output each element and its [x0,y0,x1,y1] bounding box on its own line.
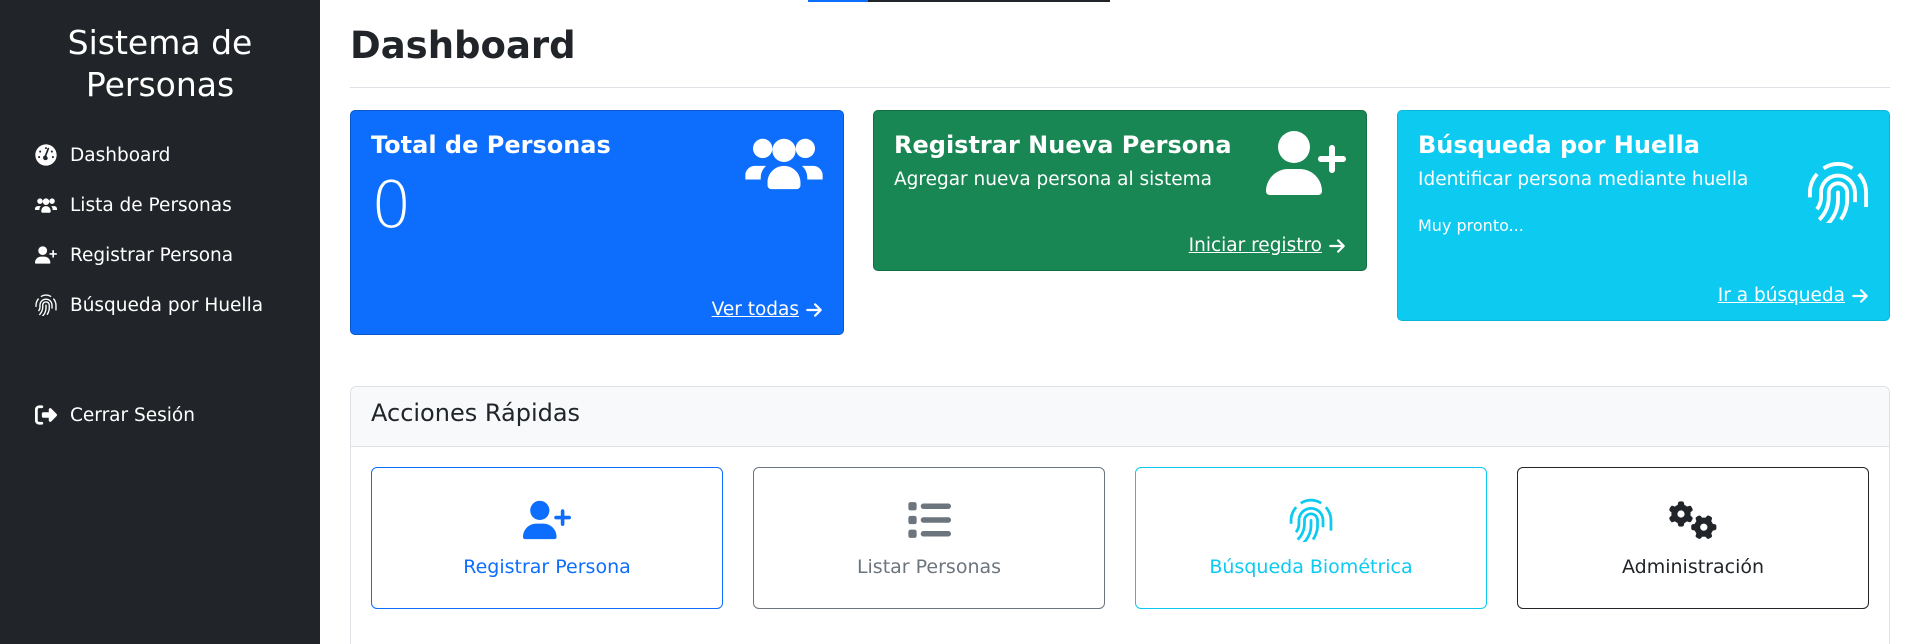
sidebar-item-lista-personas[interactable]: Lista de Personas [0,180,320,230]
user-plus-icon [523,498,571,542]
sidebar-item-registrar-persona[interactable]: Registrar Persona [0,230,320,280]
arrow-right-icon [1328,237,1346,255]
card-title: Búsqueda por Huella [1418,131,1700,159]
users-icon [34,193,58,217]
listar-personas-button[interactable]: Listar Personas [753,467,1105,609]
brand-line-2: Personas [85,65,235,104]
ir-busqueda-link[interactable]: Ir a búsqueda [1718,285,1869,306]
quick-actions-panel: Acciones Rápidas Registrar Persona Lista… [350,386,1890,644]
arrow-right-icon [1851,287,1869,305]
sidebar-item-label: Registrar Persona [70,244,234,266]
action-label: Búsqueda Biométrica [1209,556,1413,578]
dashboard-icon [34,143,58,167]
fingerprint-icon [1287,498,1335,542]
sign-out-icon [34,403,58,427]
card-busqueda-huella: Búsqueda por Huella Identificar persona … [1397,110,1890,321]
sidebar-item-dashboard[interactable]: Dashboard [0,130,320,180]
busqueda-biometrica-button[interactable]: Búsqueda Biométrica [1135,467,1487,609]
card-total-personas: Total de Personas 0 Ver todas [350,110,844,335]
user-plus-icon [1266,131,1346,199]
sidebar-item-label: Cerrar Sesión [70,404,195,426]
main-content: Dashboard Total de Personas 0 Ver todas … [350,0,1890,644]
page-title: Dashboard [350,0,1890,88]
users-icon [745,131,823,197]
brand-title[interactable]: Sistema de Personas [0,0,320,106]
sidebar-nav: Dashboard Lista de Personas Registrar Pe… [0,130,320,440]
card-subtitle: Identificar persona mediante huella [1418,169,1749,190]
sidebar-item-busqueda-huella[interactable]: Búsqueda por Huella [0,280,320,330]
sidebar: Sistema de Personas Dashboard Lista de P… [0,0,320,644]
fingerprint-icon [34,293,58,317]
user-plus-icon [34,243,58,267]
list-icon [905,498,953,542]
ver-todas-link[interactable]: Ver todas [712,299,823,320]
panel-title: Acciones Rápidas [351,387,1889,447]
administracion-button[interactable]: Administración [1517,467,1869,609]
action-label: Administración [1621,556,1765,578]
link-label: Ir a búsqueda [1717,285,1845,306]
sidebar-item-label: Búsqueda por Huella [70,294,264,316]
action-label: Listar Personas [856,556,1002,578]
action-label: Registrar Persona [463,556,631,578]
coming-soon-note: Muy pronto... [1418,216,1524,235]
sidebar-item-label: Lista de Personas [70,194,232,216]
sidebar-item-label: Dashboard [70,144,171,166]
card-registrar-persona: Registrar Nueva Persona Agregar nueva pe… [873,110,1367,271]
cogs-icon [1669,498,1717,542]
brand-line-1: Sistema de [67,23,253,62]
fingerprint-icon [1807,161,1869,227]
link-label: Ver todas [711,299,799,320]
registrar-persona-button[interactable]: Registrar Persona [371,467,723,609]
iniciar-registro-link[interactable]: Iniciar registro [1189,235,1346,256]
sidebar-item-logout[interactable]: Cerrar Sesión [0,390,320,440]
quick-actions-row: Registrar Persona Listar Personas Búsque… [371,467,1869,609]
arrow-right-icon [805,301,823,319]
link-label: Iniciar registro [1188,235,1322,256]
